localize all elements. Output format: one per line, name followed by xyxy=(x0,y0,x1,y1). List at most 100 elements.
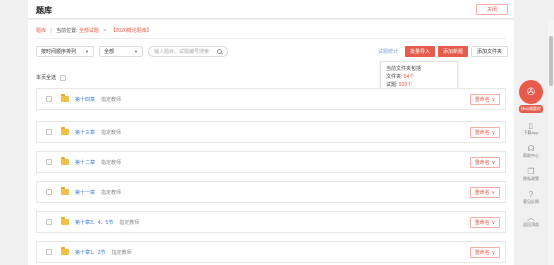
divider xyxy=(36,38,506,39)
folder-note: 指定教师 xyxy=(111,249,132,256)
chevron-down-icon: ▼ xyxy=(134,48,138,54)
tooltip-folders-label: 文件夹: xyxy=(386,74,403,80)
folder-row[interactable]: 第十四章 指定教师 重命名 ∨ xyxy=(36,88,506,110)
type-select[interactable]: 全部 ▼ xyxy=(99,45,143,57)
folder-name[interactable]: 第十三章 xyxy=(75,129,95,136)
rename-label: 重命名 xyxy=(474,97,490,103)
add-folder-button[interactable]: 添加文件夹 xyxy=(470,46,508,57)
rename-button[interactable]: 重命名 ∨ xyxy=(470,157,500,168)
folder-note: 指定教师 xyxy=(101,159,122,166)
folder-icon xyxy=(61,127,69,135)
breadcrumb-home[interactable]: 题库 xyxy=(36,28,46,34)
folder-icon xyxy=(61,187,69,195)
headset-icon: ☊ xyxy=(527,144,535,153)
folder-note: 指定教师 xyxy=(119,219,140,226)
folder-note: 指定教师 xyxy=(101,129,122,136)
page-title: 题库 xyxy=(36,6,52,15)
folder-row[interactable]: 第十二章 指定教师 重命名 ∨ xyxy=(36,151,506,173)
tooltip-folders: 文件夹: 64个 xyxy=(386,73,452,81)
rename-label: 重命名 xyxy=(474,190,490,196)
search-icon[interactable] xyxy=(217,48,222,54)
tooltip-title: 当前文件夹包括 xyxy=(386,66,422,72)
folder-icon xyxy=(61,247,69,255)
document-icon: ❐ xyxy=(527,167,535,176)
type-select-value: 全部 xyxy=(104,48,115,55)
row-checkbox[interactable] xyxy=(46,219,52,225)
row-checkbox[interactable] xyxy=(46,249,52,255)
folder-row[interactable]: 第十章1、2节 指定教师 重命名 ∨ xyxy=(36,241,506,263)
privacy-label: 隐私政策 xyxy=(523,176,539,181)
promo-label[interactable]: 移动端题库 xyxy=(519,105,543,113)
row-checkbox[interactable] xyxy=(46,129,52,135)
select-all-checkbox[interactable] xyxy=(60,74,67,81)
folder-name[interactable]: 第十一章 xyxy=(75,189,95,196)
folder-name[interactable]: 第十章1、2节 xyxy=(75,249,106,256)
scrollbar-thumb[interactable] xyxy=(549,36,553,86)
rename-label: 重命名 xyxy=(474,130,490,136)
privacy-policy[interactable]: ❐ 隐私政策 xyxy=(523,167,539,182)
folder-row[interactable]: 第十三章 指定教师 重命名 ∨ xyxy=(36,121,506,143)
folder-icon xyxy=(61,94,69,102)
close-button[interactable]: 关闭 xyxy=(476,4,508,15)
chevron-down-icon: ∨ xyxy=(491,159,496,166)
help-center[interactable]: ☊ 帮助中心 xyxy=(523,144,539,159)
chevron-down-icon: ▼ xyxy=(85,48,89,54)
main-panel: 题库 | 当前位置: 全部试题 > 【2020概论题库】 按时间顺序排列 ▼ 全… xyxy=(28,20,514,265)
chevron-down-icon: ∨ xyxy=(491,96,496,103)
select-all[interactable]: 本页全选 xyxy=(36,74,67,81)
rename-button[interactable]: 重命名 ∨ xyxy=(470,127,500,138)
action-bar: 试题统计 批量导入 添加新题 添加文件夹 xyxy=(378,46,508,57)
rename-button[interactable]: 重命名 ∨ xyxy=(470,217,500,228)
filter-bar: 按时间顺序排列 ▼ 全部 ▼ 输入题目、试题编号搜索 xyxy=(36,45,228,57)
stats-link[interactable]: 试题统计 xyxy=(378,48,398,55)
top-bar: 题库 关闭 xyxy=(28,0,514,19)
breadcrumb-divider: | xyxy=(50,28,52,34)
rename-button[interactable]: 重命名 ∨ xyxy=(470,94,500,105)
right-sidebar: ✇ 移动端题库 ▯ 下载App ☊ 帮助中心 ❐ 隐私政策 ? 意见反馈 ︿ 返… xyxy=(516,80,546,228)
back-to-top-label: 返回顶部 xyxy=(523,222,539,227)
search-input[interactable]: 输入题目、试题编号搜索 xyxy=(148,45,228,57)
back-to-top[interactable]: ︿ 返回顶部 xyxy=(523,213,539,228)
breadcrumb-arrow: > xyxy=(103,28,107,34)
feedback-label: 意见反馈 xyxy=(523,199,539,204)
folder-note: 指定教师 xyxy=(101,96,122,103)
folder-note: 指定教师 xyxy=(101,189,122,196)
row-checkbox[interactable] xyxy=(46,189,52,195)
sort-select-value: 按时间顺序排列 xyxy=(41,48,77,55)
sort-select[interactable]: 按时间顺序排列 ▼ xyxy=(36,45,94,57)
help-label: 帮助中心 xyxy=(523,153,539,158)
question-icon: ? xyxy=(528,190,534,199)
folder-name[interactable]: 第十四章 xyxy=(75,96,95,103)
add-question-button[interactable]: 添加新题 xyxy=(437,46,468,57)
chevron-up-icon: ︿ xyxy=(527,213,535,222)
row-checkbox[interactable] xyxy=(46,96,52,102)
folder-row[interactable]: 第十章3、4、5节 指定教师 重命名 ∨ xyxy=(36,211,506,233)
breadcrumb: 题库 | 当前位置: 全部试题 > 【2020概论题库】 xyxy=(36,27,152,34)
download-app[interactable]: ▯ 下载App xyxy=(523,121,538,136)
download-label: 下载App xyxy=(523,130,539,135)
rename-button[interactable]: 重命名 ∨ xyxy=(470,187,500,198)
select-all-label: 本页全选 xyxy=(36,75,57,81)
breadcrumb-all[interactable]: 全部试题 xyxy=(79,28,99,34)
rename-label: 重命名 xyxy=(474,160,490,166)
breadcrumb-current-label: 当前位置: xyxy=(56,28,78,34)
feedback[interactable]: ? 意见反馈 xyxy=(523,190,539,205)
folder-name[interactable]: 第十章3、4、5节 xyxy=(75,219,113,226)
batch-import-button[interactable]: 批量导入 xyxy=(404,46,435,57)
folder-name[interactable]: 第十二章 xyxy=(75,159,95,166)
rename-button[interactable]: 重命名 ∨ xyxy=(470,247,500,258)
folder-row[interactable]: 第十一章 指定教师 重命名 ∨ xyxy=(36,181,506,203)
chevron-down-icon: ∨ xyxy=(491,129,496,136)
row-checkbox[interactable] xyxy=(46,159,52,165)
chevron-down-icon: ∨ xyxy=(491,189,496,196)
breadcrumb-current: 【2020概论题库】 xyxy=(110,28,152,34)
folder-icon xyxy=(61,157,69,165)
chevron-down-icon: ∨ xyxy=(491,219,496,226)
chevron-down-icon: ∨ xyxy=(491,249,496,256)
film-reel-icon[interactable]: ✇ xyxy=(519,80,543,104)
rename-label: 重命名 xyxy=(474,220,490,226)
phone-icon: ▯ xyxy=(528,121,534,130)
tooltip-folders-value: 64个 xyxy=(403,74,415,80)
folder-icon xyxy=(61,217,69,225)
rename-label: 重命名 xyxy=(474,250,490,256)
